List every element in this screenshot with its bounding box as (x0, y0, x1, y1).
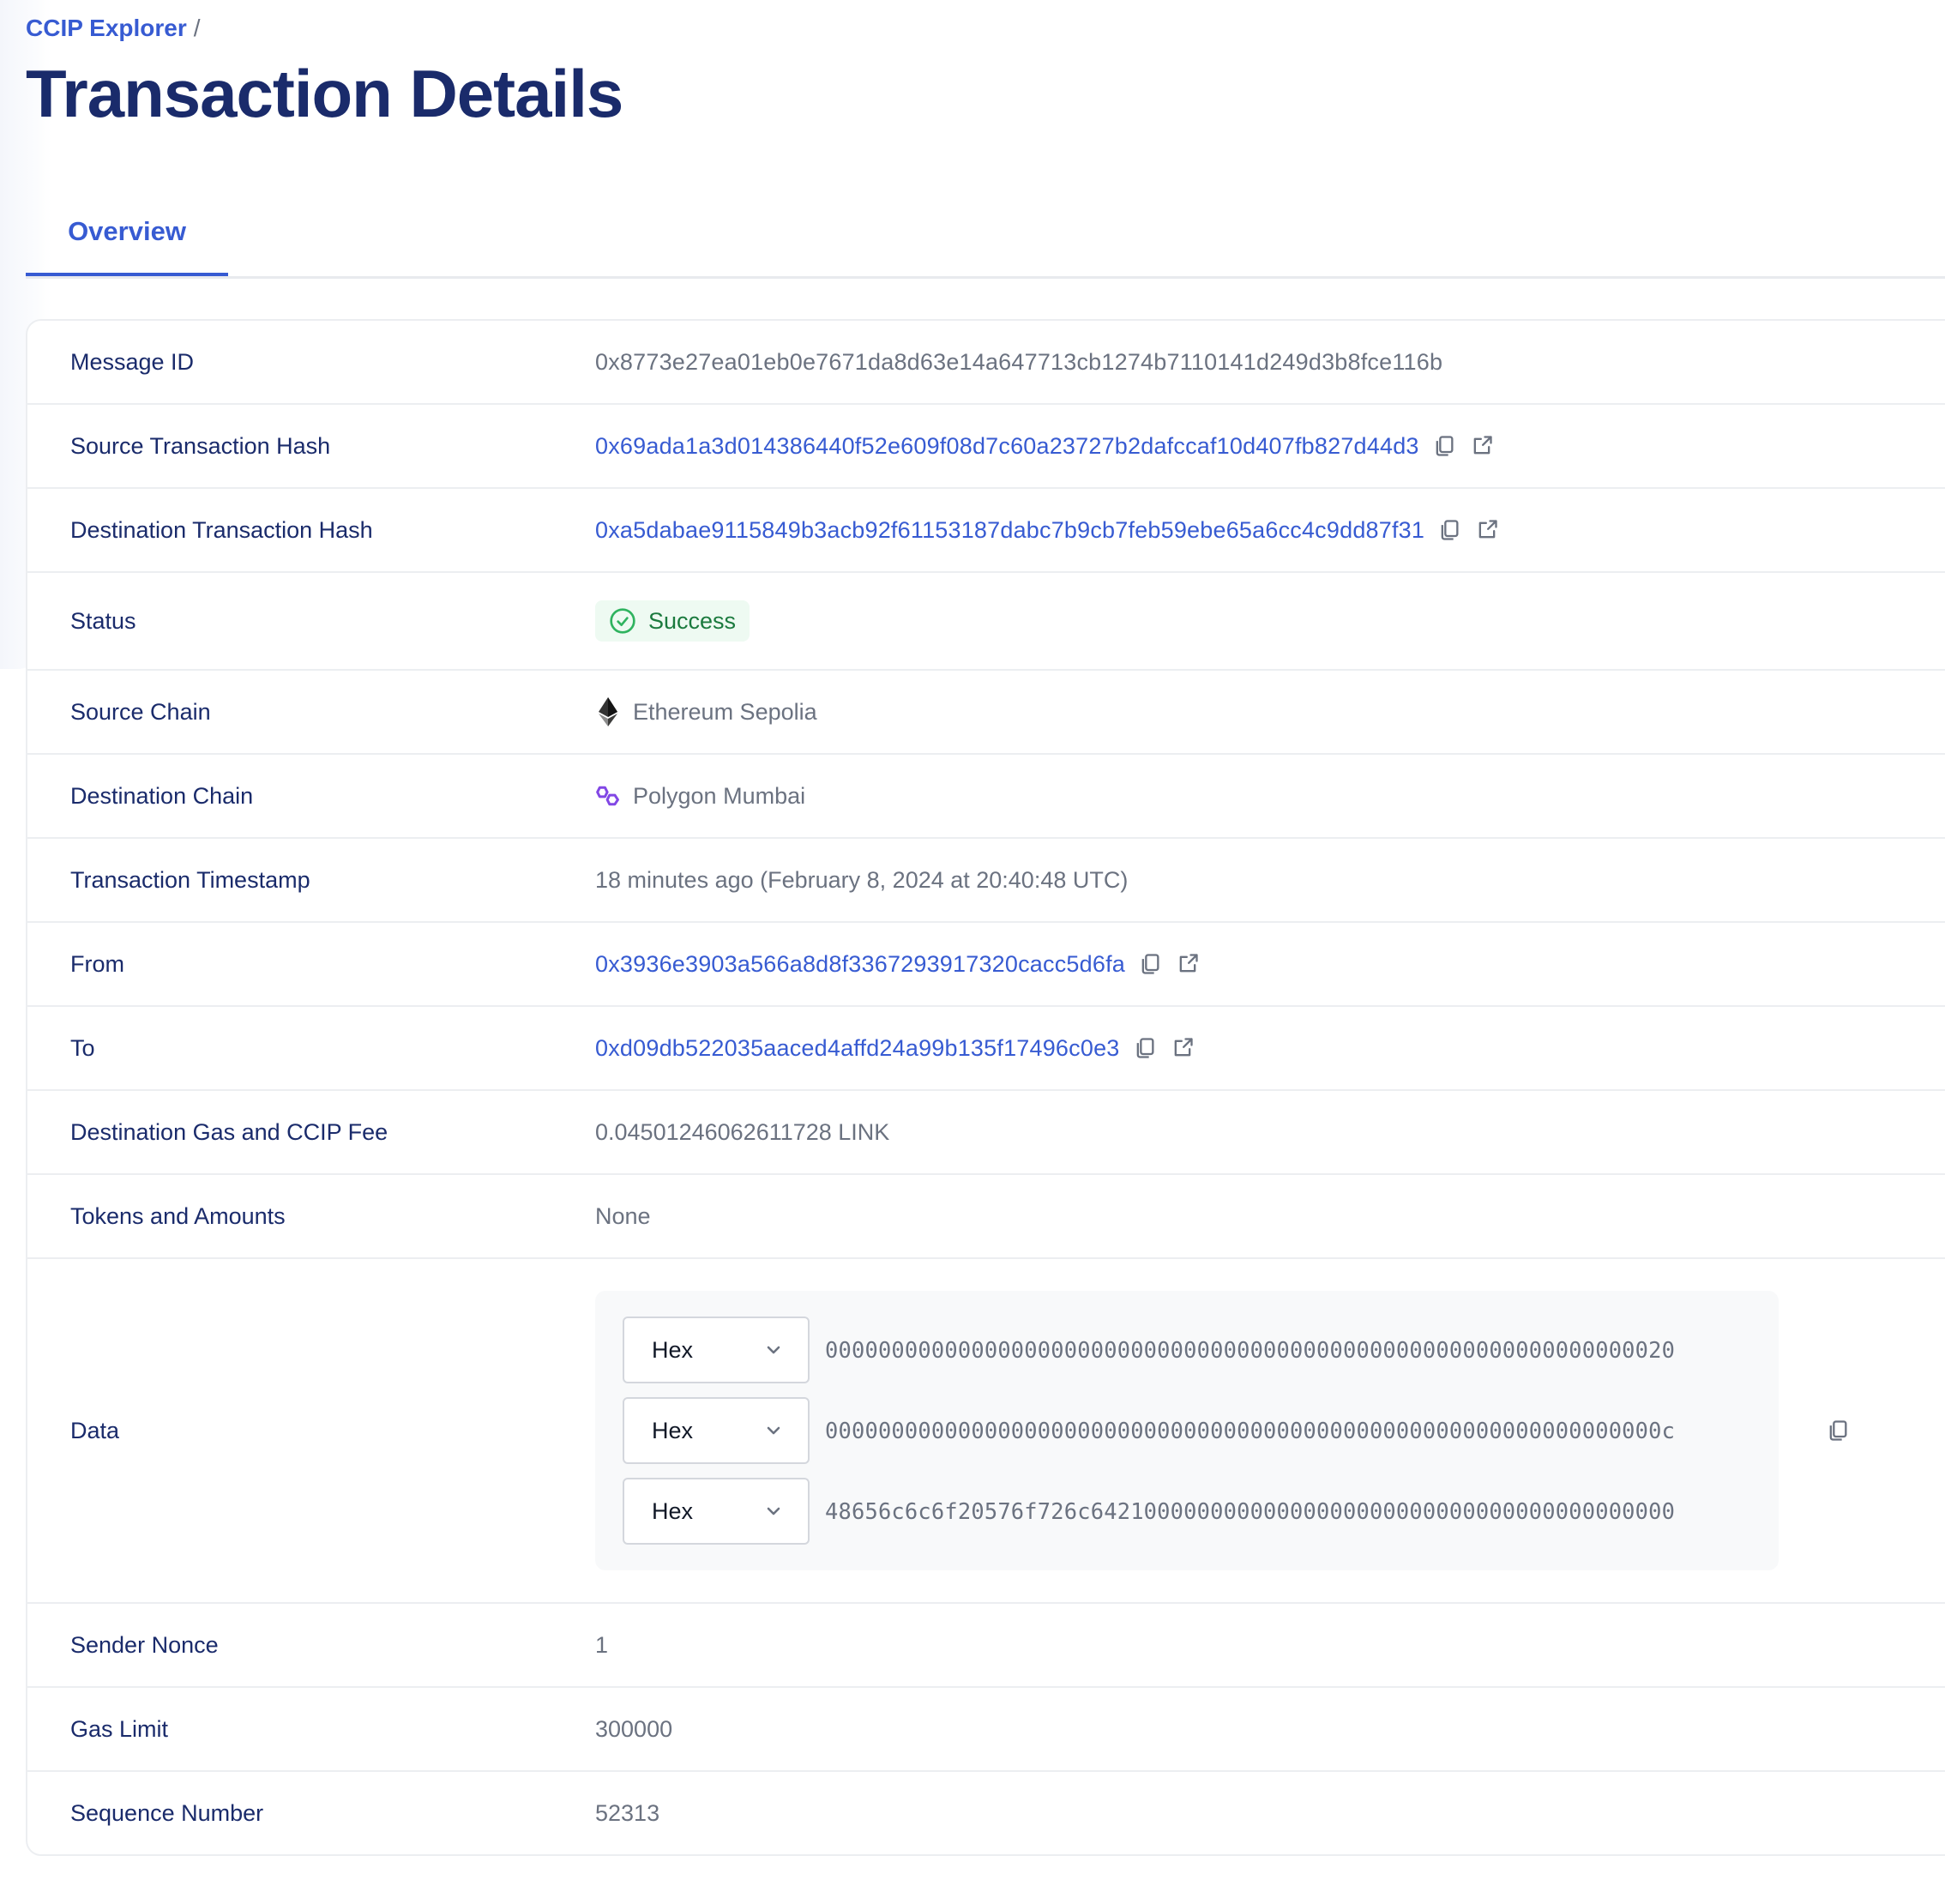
label-message-id: Message ID (70, 348, 195, 375)
data-hex-value: 48656c6c6f20576f726c64210000000000000000… (825, 1498, 1676, 1524)
label-destination-tx-hash: Destination Transaction Hash (70, 516, 373, 543)
label-data: Data (70, 1417, 120, 1443)
check-circle-icon (610, 608, 635, 634)
row-gas-limit: Gas Limit 300000 (27, 1686, 1945, 1770)
data-line: Hex 000000000000000000000000000000000000… (623, 1397, 1751, 1464)
source-tx-hash-link[interactable]: 0x69ada1a3d014386440f52e609f08d7c60a2372… (595, 433, 1419, 460)
to-address-link[interactable]: 0xd09db522035aaced4affd24a99b135f17496c0… (595, 1035, 1120, 1062)
format-select-value: Hex (652, 1497, 694, 1524)
page-title: Transaction Details (26, 56, 623, 131)
data-hex-value: 0000000000000000000000000000000000000000… (825, 1418, 1676, 1443)
external-link-icon[interactable] (1469, 433, 1495, 459)
row-timestamp: Transaction Timestamp 18 minutes ago (Fe… (27, 837, 1945, 921)
row-source-tx-hash: Source Transaction Hash 0x69ada1a3d01438… (27, 403, 1945, 487)
external-link-icon[interactable] (1474, 517, 1500, 543)
value-gas-limit: 300000 (595, 1715, 673, 1742)
copy-icon[interactable] (1137, 951, 1163, 977)
row-to: To 0xd09db522035aaced4affd24a99b135f1749… (27, 1005, 1945, 1089)
row-status: Status Success (27, 571, 1945, 669)
tab-overview[interactable]: Overview (26, 190, 228, 276)
format-select[interactable]: Hex (623, 1397, 810, 1464)
breadcrumb-ccip-explorer[interactable]: CCIP Explorer (26, 15, 187, 42)
value-sender-nonce: 1 (595, 1631, 609, 1658)
row-fee: Destination Gas and CCIP Fee 0.045012460… (27, 1089, 1945, 1173)
value-fee: 0.04501246062611728 LINK (595, 1118, 890, 1145)
data-hex-value: 0000000000000000000000000000000000000000… (825, 1337, 1676, 1363)
copy-icon[interactable] (1132, 1035, 1158, 1061)
external-link-icon[interactable] (1175, 951, 1201, 977)
value-source-chain: Ethereum Sepolia (595, 697, 817, 726)
chevron-down-icon (767, 1426, 780, 1435)
external-link-icon[interactable] (1170, 1035, 1195, 1061)
label-source-tx-hash: Source Transaction Hash (70, 432, 331, 459)
source-chain-name: Ethereum Sepolia (633, 698, 817, 725)
tab-bar: Overview (26, 190, 1945, 279)
copy-icon[interactable] (1825, 1418, 1851, 1443)
breadcrumb-separator: / (193, 15, 201, 41)
value-data: Hex 000000000000000000000000000000000000… (595, 1291, 1851, 1570)
data-line: Hex 48656c6c6f20576f726c6421000000000000… (623, 1478, 1751, 1545)
format-select[interactable]: Hex (623, 1478, 810, 1545)
destination-tx-hash-link[interactable]: 0xa5dabae9115849b3acb92f61153187dabc7b9c… (595, 517, 1424, 544)
format-select-value: Hex (652, 1336, 694, 1363)
label-from: From (70, 950, 124, 977)
value-tokens: None (595, 1202, 651, 1229)
label-timestamp: Transaction Timestamp (70, 866, 310, 893)
status-badge: Success (595, 600, 750, 642)
value-to-group: 0xd09db522035aaced4affd24a99b135f17496c0… (595, 1035, 1195, 1062)
value-message-id: 0x8773e27ea01eb0e7671da8d63e14a647713cb1… (595, 348, 1443, 375)
value-status: Success (595, 600, 750, 642)
copy-icon[interactable] (1431, 433, 1457, 459)
status-text: Success (648, 607, 737, 634)
value-destination-tx-hash-group: 0xa5dabae9115849b3acb92f61153187dabc7b9c… (595, 517, 1500, 544)
row-message-id: Message ID 0x8773e27ea01eb0e7671da8d63e1… (27, 321, 1945, 403)
row-from: From 0x3936e3903a566a8d8f3367293917320ca… (27, 921, 1945, 1005)
value-source-tx-hash-group: 0x69ada1a3d014386440f52e609f08d7c60a2372… (595, 433, 1495, 460)
data-line: Hex 000000000000000000000000000000000000… (623, 1317, 1751, 1383)
value-from-group: 0x3936e3903a566a8d8f3367293917320cacc5d6… (595, 951, 1201, 978)
format-select[interactable]: Hex (623, 1317, 810, 1383)
format-select-value: Hex (652, 1417, 694, 1443)
row-destination-tx-hash: Destination Transaction Hash 0xa5dabae91… (27, 487, 1945, 571)
label-sequence-number: Sequence Number (70, 1799, 264, 1826)
ethereum-icon (595, 697, 621, 726)
label-sender-nonce: Sender Nonce (70, 1631, 219, 1658)
chevron-down-icon (767, 1346, 780, 1354)
label-status: Status (70, 607, 136, 634)
details-card: Message ID 0x8773e27ea01eb0e7671da8d63e1… (26, 319, 1945, 1856)
label-tokens: Tokens and Amounts (70, 1202, 286, 1229)
destination-chain-name: Polygon Mumbai (633, 782, 806, 809)
label-gas-limit: Gas Limit (70, 1715, 169, 1742)
value-timestamp: 18 minutes ago (February 8, 2024 at 20:4… (595, 866, 1129, 893)
row-data: Data Hex 0000000000000000000000000000000… (27, 1257, 1945, 1602)
label-source-chain: Source Chain (70, 698, 211, 725)
data-box: Hex 000000000000000000000000000000000000… (595, 1291, 1779, 1570)
value-destination-chain: Polygon Mumbai (595, 781, 805, 810)
row-sequence-number: Sequence Number 52313 (27, 1770, 1945, 1854)
value-sequence-number: 52313 (595, 1799, 660, 1826)
row-destination-chain: Destination Chain Polygon Mumbai (27, 753, 1945, 837)
chevron-down-icon (767, 1507, 780, 1515)
label-fee: Destination Gas and CCIP Fee (70, 1118, 388, 1145)
label-destination-chain: Destination Chain (70, 782, 254, 809)
breadcrumb: CCIP Explorer / (26, 15, 201, 42)
from-address-link[interactable]: 0x3936e3903a566a8d8f3367293917320cacc5d6… (595, 951, 1125, 978)
row-sender-nonce: Sender Nonce 1 (27, 1602, 1945, 1686)
polygon-icon (595, 781, 621, 810)
copy-icon[interactable] (1436, 517, 1462, 543)
row-tokens: Tokens and Amounts None (27, 1173, 1945, 1257)
row-source-chain: Source Chain Ethereum Sepolia (27, 669, 1945, 753)
label-to: To (70, 1034, 95, 1061)
